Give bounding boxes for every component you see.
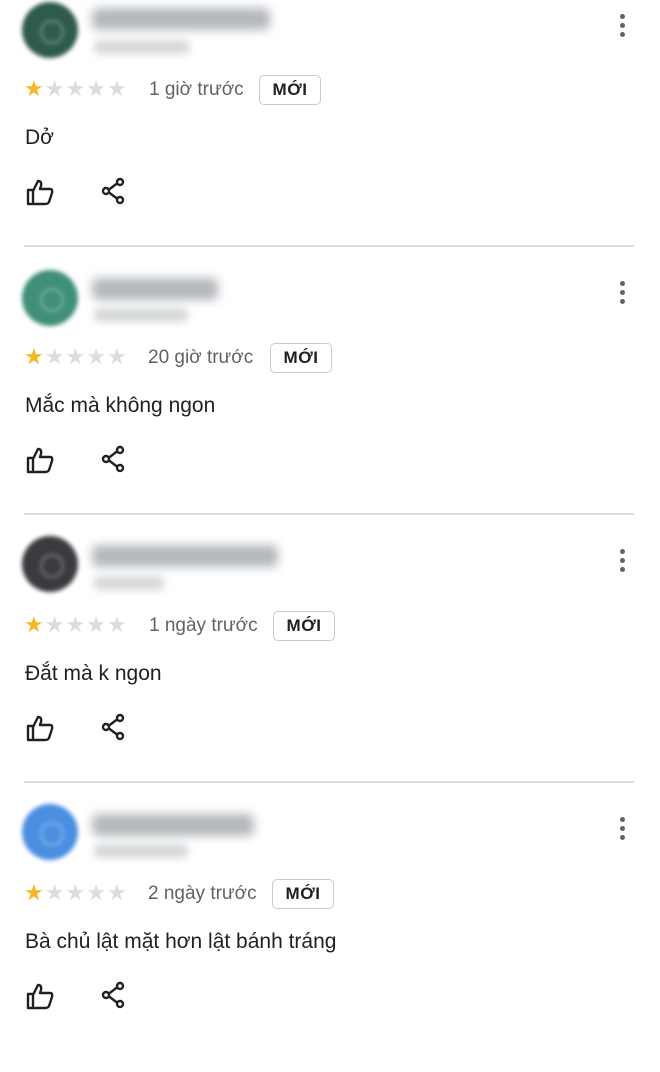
thumbs-up-icon[interactable] (25, 714, 57, 744)
star-icon: ★ (106, 880, 127, 905)
divider (24, 513, 634, 515)
star-icon: ★ (24, 612, 44, 637)
avatar[interactable] (22, 804, 78, 860)
review-text: Mắc mà không ngon (25, 394, 216, 417)
star-icon: ★ (86, 612, 106, 637)
reviewer-meta-blurred (94, 576, 164, 590)
avatar[interactable] (22, 270, 78, 326)
review-card: ★ ★ ★ ★ ★ 1 ngày trước MỚI Đắt mà k ngon (0, 536, 660, 804)
new-badge: MỚI (270, 343, 332, 373)
reviewer-meta-blurred (94, 40, 190, 54)
star-icon: ★ (86, 880, 106, 905)
thumbs-up-icon[interactable] (25, 178, 57, 208)
review-text: Dở (25, 126, 54, 149)
share-icon[interactable] (100, 445, 132, 475)
divider (24, 781, 634, 783)
reviewer-name-blurred[interactable] (92, 814, 254, 836)
star-icon: ★ (86, 76, 106, 101)
star-icon: ★ (65, 880, 86, 905)
share-icon[interactable] (100, 713, 132, 743)
avatar[interactable] (22, 536, 78, 592)
star-icon: ★ (86, 344, 106, 369)
star-rating: ★ ★ ★ ★ ★ (24, 614, 127, 636)
star-rating: ★ ★ ★ ★ ★ (24, 78, 127, 100)
thumbs-up-icon[interactable] (25, 982, 57, 1012)
star-icon: ★ (44, 76, 65, 101)
new-badge: MỚI (273, 611, 335, 641)
review-card: ★ ★ ★ ★ ★ 1 giờ trước MỚI Dở (0, 0, 660, 268)
star-icon: ★ (65, 612, 86, 637)
share-icon[interactable] (100, 177, 132, 207)
star-icon: ★ (24, 344, 44, 369)
more-vert-icon[interactable] (610, 277, 634, 307)
star-icon: ★ (106, 344, 127, 369)
share-icon[interactable] (100, 981, 132, 1011)
divider (24, 245, 634, 247)
star-icon: ★ (65, 76, 86, 101)
review-time: 2 ngày trước (148, 883, 257, 904)
review-time: 1 giờ trước (149, 79, 244, 100)
star-icon: ★ (44, 880, 65, 905)
star-icon: ★ (24, 880, 44, 905)
review-text: Đắt mà k ngon (25, 662, 162, 685)
reviewer-name-blurred[interactable] (92, 278, 218, 300)
star-icon: ★ (24, 76, 44, 101)
star-icon: ★ (106, 76, 127, 101)
star-icon: ★ (44, 344, 65, 369)
review-card: ★ ★ ★ ★ ★ 2 ngày trước MỚI Bà chủ lật mặ… (0, 804, 660, 1072)
reviewer-name-blurred[interactable] (92, 545, 278, 567)
review-card: ★ ★ ★ ★ ★ 20 giờ trước MỚI Mắc mà không … (0, 268, 660, 536)
reviewer-meta-blurred (94, 844, 188, 858)
star-icon: ★ (106, 612, 127, 637)
star-rating: ★ ★ ★ ★ ★ (24, 346, 127, 368)
new-badge: MỚI (259, 75, 321, 105)
more-vert-icon[interactable] (610, 10, 634, 40)
star-rating: ★ ★ ★ ★ ★ (24, 882, 127, 904)
avatar[interactable] (22, 2, 78, 58)
star-icon: ★ (44, 612, 65, 637)
more-vert-icon[interactable] (610, 813, 634, 843)
new-badge: MỚI (272, 879, 334, 909)
review-time: 20 giờ trước (148, 347, 254, 368)
star-icon: ★ (65, 344, 86, 369)
more-vert-icon[interactable] (610, 545, 634, 575)
review-text: Bà chủ lật mặt hơn lật bánh tráng (25, 930, 337, 953)
reviewer-meta-blurred (94, 308, 188, 322)
thumbs-up-icon[interactable] (25, 446, 57, 476)
review-time: 1 ngày trước (149, 615, 258, 636)
reviewer-name-blurred[interactable] (92, 8, 270, 30)
